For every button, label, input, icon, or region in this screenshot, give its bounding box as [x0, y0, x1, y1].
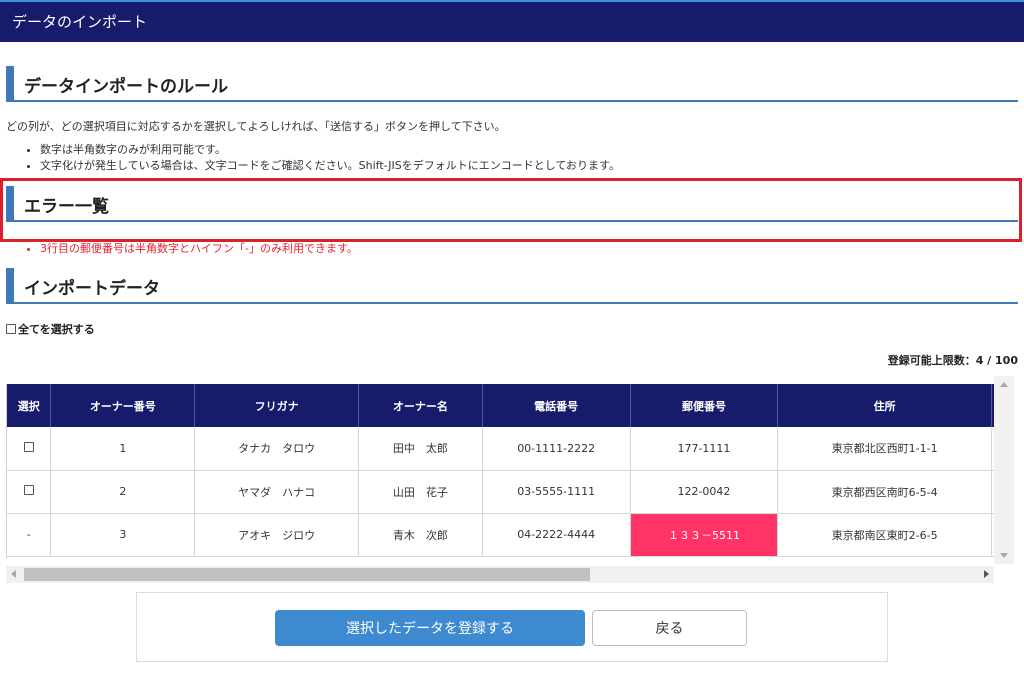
- row-select-cell[interactable]: [7, 470, 52, 514]
- owner-number-cell: 2: [50, 470, 196, 514]
- postal-code-cell: 177-1111: [630, 427, 779, 471]
- table-header-row: 選択 オーナー番号 フリガナ オーナー名 電話番号 郵便番号 住所: [7, 384, 1014, 427]
- phone-cell: 03-5555-1111: [482, 470, 631, 514]
- phone-cell: 00-1111-2222: [482, 427, 631, 471]
- address-cell: 東京都北区西町1-1-1: [777, 427, 992, 471]
- import-table-container: 選択 オーナー番号 フリガナ オーナー名 電話番号 郵便番号 住所 1 タナカ …: [6, 384, 1014, 558]
- owner-name-cell: 山田 花子: [358, 470, 483, 514]
- select-all-control[interactable]: 全てを選択する: [6, 321, 95, 337]
- top-header-bar: データのインポート: [0, 0, 1024, 42]
- row-select-disabled: -: [7, 513, 52, 557]
- registration-limit-label: 登録可能上限数：4 / 100: [887, 354, 1018, 367]
- owner-number-cell: 1: [50, 427, 196, 471]
- error-item: 3行目の郵便番号は半角数字とハイフン「-」のみ利用できます。: [40, 240, 358, 256]
- column-header-owner-number: オーナー番号: [50, 384, 196, 427]
- rules-list: 数字は半角数字のみが利用可能です。 文字化けが発生している場合は、文字コードをご…: [26, 142, 620, 174]
- address-cell: 東京都南区東町2-6-5: [777, 513, 992, 557]
- table-row: - 3 アオキ ジロウ 青木 次郎 04-2222-4444 １３３－5511 …: [7, 513, 1014, 557]
- owner-number-cell: 3: [50, 513, 196, 557]
- back-button[interactable]: 戻る: [592, 610, 747, 646]
- error-heading-text: エラー一覧: [24, 197, 109, 217]
- row-select-cell[interactable]: [7, 427, 52, 471]
- phone-cell: 04-2222-4444: [482, 513, 631, 557]
- column-header-select: 選択: [7, 384, 52, 427]
- error-section-heading: エラー一覧: [6, 186, 1018, 222]
- action-panel: 選択したデータを登録する 戻る: [136, 592, 888, 662]
- column-header-postal-code: 郵便番号: [630, 384, 779, 427]
- scroll-right-arrow-icon[interactable]: [984, 570, 989, 578]
- kana-cell: ヤマダ ハナコ: [194, 470, 359, 514]
- import-heading-text: インポートデータ: [24, 279, 160, 299]
- table-row: 2 ヤマダ ハナコ 山田 花子 03-5555-1111 122-0042 東京…: [7, 470, 1014, 514]
- address-cell: 東京都西区南町6-5-4: [777, 470, 992, 514]
- select-all-checkbox[interactable]: [6, 324, 16, 334]
- register-selected-button[interactable]: 選択したデータを登録する: [275, 610, 585, 646]
- table-horizontal-scrollbar[interactable]: [6, 566, 994, 583]
- import-section-heading: インポートデータ: [6, 268, 1018, 304]
- table-vertical-scrollbar[interactable]: [994, 376, 1014, 564]
- heading-accent-bar: [6, 186, 14, 220]
- scroll-left-arrow-icon[interactable]: [11, 570, 16, 578]
- kana-cell: アオキ ジロウ: [194, 513, 359, 557]
- column-header-address: 住所: [777, 384, 992, 427]
- rules-section-heading: データインポートのルール: [6, 66, 1018, 102]
- import-data-table: 選択 オーナー番号 フリガナ オーナー名 電話番号 郵便番号 住所 1 タナカ …: [7, 384, 1014, 557]
- row-checkbox[interactable]: [23, 485, 34, 495]
- postal-code-error-cell: １３３－5511: [630, 513, 779, 557]
- heading-accent-bar: [6, 268, 14, 302]
- owner-name-cell: 田中 太郎: [358, 427, 483, 471]
- horizontal-scroll-thumb[interactable]: [24, 568, 590, 581]
- row-checkbox[interactable]: [23, 441, 34, 452]
- kana-cell: タナカ タロウ: [194, 427, 359, 471]
- scroll-up-arrow-icon[interactable]: [1000, 382, 1008, 387]
- column-header-phone: 電話番号: [482, 384, 631, 427]
- rules-intro-text: どの列が、どの選択項目に対応するかを選択してよろしければ、「送信する」ボタンを押…: [6, 120, 506, 133]
- owner-name-cell: 青木 次郎: [358, 513, 483, 557]
- column-header-kana: フリガナ: [194, 384, 359, 427]
- scroll-down-arrow-icon[interactable]: [1000, 553, 1008, 558]
- table-row: 1 タナカ タロウ 田中 太郎 00-1111-2222 177-1111 東京…: [7, 427, 1014, 471]
- column-header-owner-name: オーナー名: [358, 384, 483, 427]
- rule-item: 文字化けが発生している場合は、文字コードをご確認ください。Shift-JISをデ…: [40, 158, 620, 174]
- heading-accent-bar: [6, 66, 14, 100]
- rules-heading-text: データインポートのルール: [24, 77, 228, 97]
- select-all-label[interactable]: 全てを選択する: [18, 321, 95, 337]
- rule-item: 数字は半角数字のみが利用可能です。: [40, 142, 620, 158]
- postal-code-cell: 122-0042: [630, 470, 779, 514]
- page-title: データのインポート: [12, 13, 148, 31]
- error-list: 3行目の郵便番号は半角数字とハイフン「-」のみ利用できます。: [26, 240, 358, 256]
